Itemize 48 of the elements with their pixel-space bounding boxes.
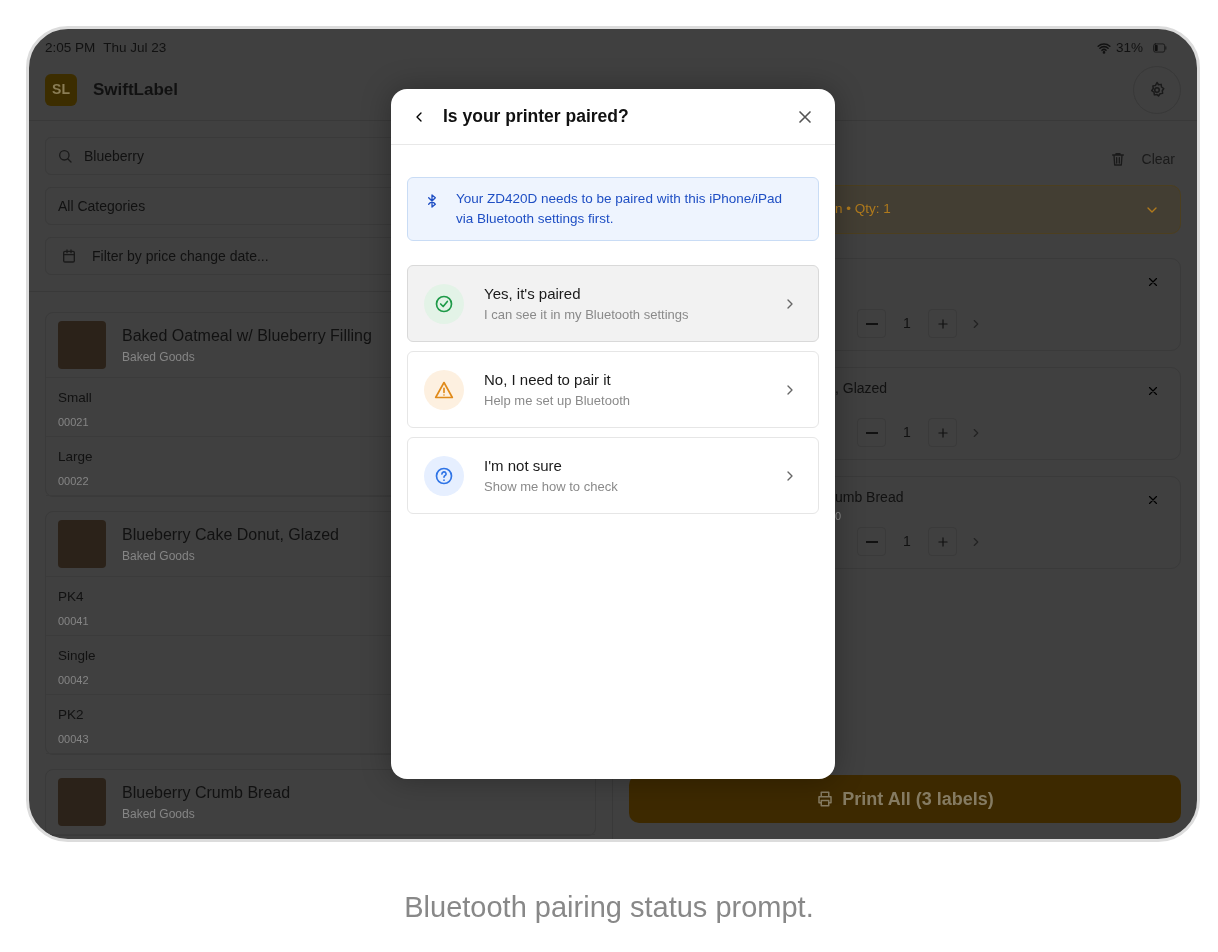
decrease-button[interactable] <box>857 527 886 556</box>
decrease-button[interactable] <box>857 418 886 447</box>
increase-button[interactable] <box>928 527 957 556</box>
photo-placeholder <box>58 321 106 369</box>
close-icon <box>1146 493 1160 507</box>
variant-code: 00041 <box>58 614 89 630</box>
variant-code: 00022 <box>58 474 89 490</box>
minus-icon <box>865 431 878 434</box>
settings-icon <box>1148 80 1166 99</box>
caption: Bluetooth pairing status prompt. <box>403 890 815 925</box>
close-icon <box>1146 384 1160 398</box>
variant-code: 00043 <box>58 732 89 748</box>
minus-icon <box>865 322 878 325</box>
option-button[interactable]: No, I need to pair it Help me set up Bluetooth <box>407 351 819 428</box>
photo-placeholder <box>58 778 106 826</box>
remove-button[interactable] <box>1146 493 1160 507</box>
dialog-title: Is your printer paired? <box>443 105 629 129</box>
calendar-icon <box>61 248 77 264</box>
variant-code: 00021 <box>58 415 89 431</box>
variant-code: 00042 <box>58 673 89 689</box>
option-title: Yes, it's paired <box>484 283 582 304</box>
option-button[interactable]: Yes, it's paired I can see it in my Bluetooth settings <box>407 265 819 342</box>
print-all-button[interactable]: Print All (3 labels) <box>629 775 1181 823</box>
increase-button[interactable] <box>928 418 957 447</box>
app-logo: SL <box>45 73 77 106</box>
trash-icon <box>1109 151 1126 167</box>
increase-button[interactable] <box>928 309 957 338</box>
decrease-button[interactable] <box>857 309 886 338</box>
summary-text: n • Qty: 1 <box>835 200 891 219</box>
option-title: I'm not sure <box>484 455 563 476</box>
warning-icon <box>434 379 454 400</box>
search-icon <box>57 148 73 164</box>
remove-button[interactable] <box>1146 275 1160 289</box>
minus-icon <box>865 540 878 543</box>
printer-icon <box>816 790 835 808</box>
plus-icon <box>935 316 950 331</box>
plus-icon <box>935 425 950 440</box>
plus-icon <box>935 534 950 549</box>
product-category: Baked Goods <box>122 548 195 565</box>
check-circle-icon <box>434 293 454 314</box>
remove-button[interactable] <box>1146 384 1160 398</box>
option-button[interactable]: I'm not sure Show me how to check <box>407 437 819 514</box>
close-icon <box>1146 275 1160 289</box>
photo-placeholder <box>58 520 106 568</box>
question-icon <box>434 465 454 486</box>
product-category: Baked Goods <box>122 349 195 366</box>
wifi-icon <box>1095 41 1112 55</box>
product-category: Baked Goods <box>122 806 195 823</box>
